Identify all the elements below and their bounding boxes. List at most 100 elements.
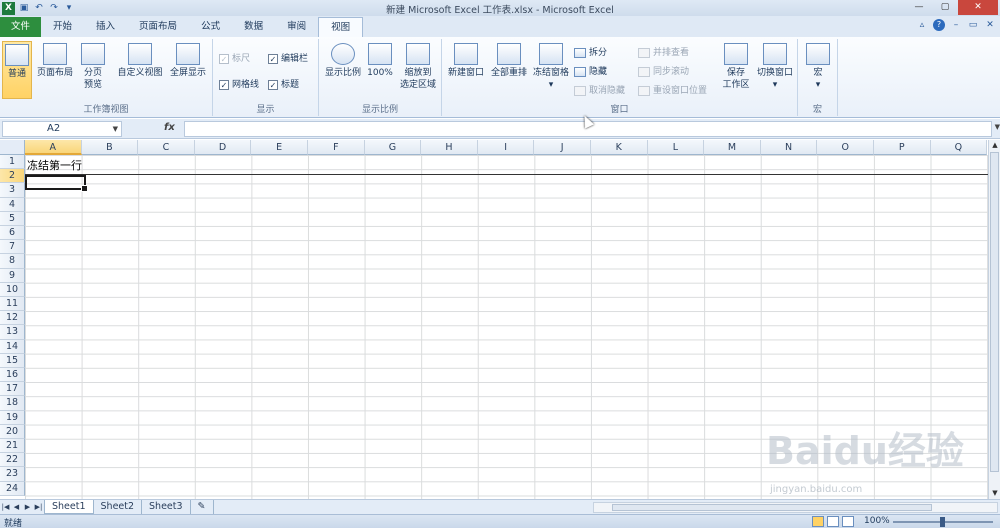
- column-header-L[interactable]: L: [647, 140, 705, 155]
- arrange-all-button[interactable]: 全部重排: [489, 41, 529, 99]
- row-header-21[interactable]: 21: [0, 439, 25, 454]
- row-header-12[interactable]: 12: [0, 311, 25, 326]
- tab-view[interactable]: 视图: [318, 17, 364, 37]
- view-side-by-side-button[interactable]: 并排查看: [638, 46, 689, 60]
- prev-sheet-icon[interactable]: ◀: [11, 503, 22, 511]
- hide-button[interactable]: 隐藏: [574, 65, 607, 79]
- zoom-slider[interactable]: [893, 517, 993, 527]
- column-header-Q[interactable]: Q: [930, 140, 988, 155]
- row-header-6[interactable]: 6: [0, 226, 25, 241]
- sheet-tab-sheet2[interactable]: Sheet2: [94, 500, 143, 514]
- next-sheet-icon[interactable]: ▶: [22, 503, 33, 511]
- tab-file[interactable]: 文件: [0, 17, 42, 37]
- page-layout-view-button[interactable]: 页面布局: [35, 41, 75, 99]
- zoom-100-button[interactable]: 100%: [365, 41, 395, 99]
- row-header-13[interactable]: 13: [0, 325, 25, 340]
- doc-close-icon[interactable]: ✕: [984, 19, 996, 31]
- row-header-9[interactable]: 9: [0, 268, 25, 283]
- cell-A1[interactable]: 冻结第一行: [27, 157, 82, 173]
- row-header-24[interactable]: 24: [0, 481, 25, 496]
- zoom-button[interactable]: 显示比例: [323, 41, 363, 99]
- row-header-2[interactable]: 2: [0, 169, 25, 184]
- row-header-16[interactable]: 16: [0, 368, 25, 383]
- vertical-scrollbar[interactable]: ▲ ▼: [988, 140, 1000, 499]
- zoom-slider-knob[interactable]: [940, 517, 945, 527]
- column-header-I[interactable]: I: [477, 140, 535, 155]
- last-sheet-icon[interactable]: ▶|: [33, 503, 44, 511]
- row-header-20[interactable]: 20: [0, 424, 25, 439]
- row-header-15[interactable]: 15: [0, 353, 25, 368]
- column-header-G[interactable]: G: [364, 140, 422, 155]
- freeze-panes-button[interactable]: 冻结窗格 ▾: [531, 41, 571, 99]
- reset-window-position-button[interactable]: 重设窗口位置: [638, 84, 707, 98]
- ruler-checkbox[interactable]: ✓ 标尺: [219, 52, 250, 66]
- column-header-D[interactable]: D: [194, 140, 252, 155]
- close-button[interactable]: ✕: [958, 0, 998, 15]
- macros-button[interactable]: 宏 ▾: [804, 41, 832, 99]
- name-box[interactable]: A2 ▼: [2, 121, 122, 137]
- tab-data[interactable]: 数据: [232, 17, 275, 37]
- unhide-button[interactable]: 取消隐藏: [574, 84, 625, 98]
- undo-icon[interactable]: ↶: [33, 2, 45, 14]
- column-header-N[interactable]: N: [760, 140, 818, 155]
- column-header-C[interactable]: C: [138, 140, 195, 155]
- row-header-11[interactable]: 11: [0, 297, 25, 312]
- new-window-button[interactable]: 新建窗口: [446, 41, 486, 99]
- help-icon[interactable]: ?: [933, 19, 945, 31]
- customize-icon[interactable]: ▾: [63, 2, 75, 14]
- custom-views-button[interactable]: 自定义视图: [115, 41, 165, 99]
- zoom-to-selection-button[interactable]: 缩放到 选定区域: [397, 41, 439, 99]
- row-header-17[interactable]: 17: [0, 382, 25, 397]
- vertical-scroll-thumb[interactable]: [990, 152, 999, 472]
- insert-sheet-icon[interactable]: ✎: [191, 500, 214, 514]
- minimize-button[interactable]: —: [906, 0, 932, 15]
- gridlines-checkbox[interactable]: ✓ 网格线: [219, 78, 259, 92]
- name-box-dropdown-icon[interactable]: ▼: [113, 122, 118, 136]
- save-icon[interactable]: ▣: [18, 2, 30, 14]
- row-header-1[interactable]: 1: [0, 155, 25, 170]
- page-break-preview-button[interactable]: 分页 预览: [78, 41, 108, 99]
- save-workspace-button[interactable]: 保存 工作区: [718, 41, 754, 99]
- expand-formula-bar-icon[interactable]: ▼: [995, 123, 1000, 131]
- sheet-tab-sheet1[interactable]: Sheet1: [44, 500, 94, 514]
- row-header-8[interactable]: 8: [0, 254, 25, 269]
- doc-restore-icon[interactable]: ▭: [967, 19, 979, 31]
- column-header-E[interactable]: E: [251, 140, 308, 155]
- page-break-shortcut-icon[interactable]: [842, 516, 854, 527]
- page-layout-shortcut-icon[interactable]: [827, 516, 839, 527]
- column-header-M[interactable]: M: [704, 140, 761, 155]
- row-header-18[interactable]: 18: [0, 396, 25, 411]
- excel-app-icon[interactable]: X: [2, 1, 15, 15]
- tab-insert[interactable]: 插入: [84, 17, 127, 37]
- column-header-H[interactable]: H: [421, 140, 478, 155]
- normal-view-shortcut-icon[interactable]: [812, 516, 824, 527]
- column-header-K[interactable]: K: [591, 140, 648, 155]
- doc-minimize-icon[interactable]: –: [950, 19, 962, 31]
- scroll-up-icon[interactable]: ▲: [989, 140, 1000, 151]
- switch-windows-button[interactable]: 切换窗口 ▾: [754, 41, 796, 99]
- horizontal-scroll-thumb[interactable]: [612, 504, 932, 511]
- tab-home[interactable]: 开始: [41, 17, 84, 37]
- column-header-B[interactable]: B: [81, 140, 139, 155]
- tab-page-layout[interactable]: 页面布局: [127, 17, 189, 37]
- normal-view-button[interactable]: 普通: [2, 41, 32, 99]
- tab-formulas[interactable]: 公式: [189, 17, 232, 37]
- horizontal-scrollbar[interactable]: [593, 502, 998, 513]
- column-header-F[interactable]: F: [308, 140, 365, 155]
- active-cell-A2[interactable]: [25, 175, 88, 192]
- sync-scroll-button[interactable]: 同步滚动: [638, 65, 689, 79]
- row-header-7[interactable]: 7: [0, 240, 25, 255]
- ribbon-collapse-icon[interactable]: ▵: [916, 19, 928, 31]
- scroll-down-icon[interactable]: ▼: [989, 488, 1000, 499]
- maximize-button[interactable]: ▢: [932, 0, 958, 15]
- row-header-14[interactable]: 14: [0, 339, 25, 354]
- tab-review[interactable]: 审阅: [275, 17, 318, 37]
- row-header-5[interactable]: 5: [0, 211, 25, 226]
- sheet-tab-sheet3[interactable]: Sheet3: [142, 500, 191, 514]
- first-sheet-icon[interactable]: |◀: [0, 503, 11, 511]
- column-header-P[interactable]: P: [874, 140, 931, 155]
- split-button[interactable]: 拆分: [574, 46, 607, 60]
- insert-function-icon[interactable]: fx: [164, 122, 175, 133]
- row-header-4[interactable]: 4: [0, 197, 25, 212]
- redo-icon[interactable]: ↷: [48, 2, 60, 14]
